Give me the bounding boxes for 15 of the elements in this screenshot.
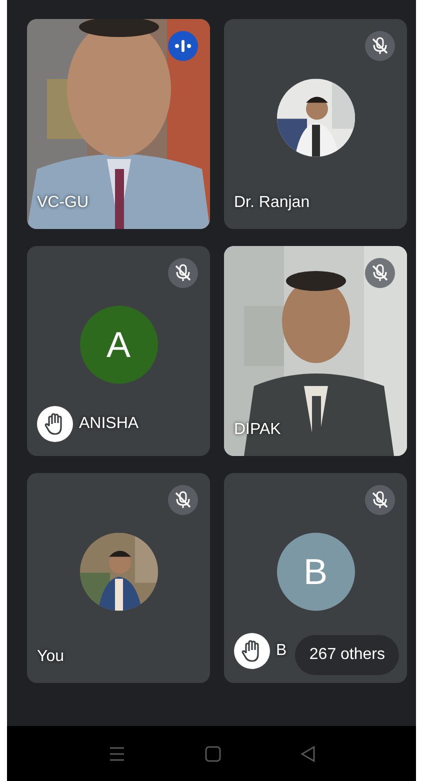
participant-tile[interactable]: Dr. Ranjan bbox=[224, 19, 407, 229]
participant-tile[interactable]: B B 267 others bbox=[224, 473, 407, 683]
participant-name: VC-GU bbox=[37, 193, 89, 213]
home-icon[interactable] bbox=[204, 746, 220, 762]
participant-name: B bbox=[276, 641, 287, 661]
participant-name: ANISHA bbox=[79, 414, 139, 434]
participant-tile[interactable]: A ANISHA bbox=[27, 246, 210, 456]
participant-tile[interactable]: You bbox=[27, 473, 210, 683]
participant-name: You bbox=[37, 647, 64, 667]
back-icon[interactable] bbox=[300, 746, 314, 762]
others-count[interactable]: 267 others bbox=[295, 635, 399, 675]
avatar: A bbox=[80, 306, 158, 384]
menu-icon[interactable] bbox=[108, 746, 124, 760]
avatar: B bbox=[276, 532, 354, 611]
participant-name: Dr. Ranjan bbox=[234, 193, 310, 213]
